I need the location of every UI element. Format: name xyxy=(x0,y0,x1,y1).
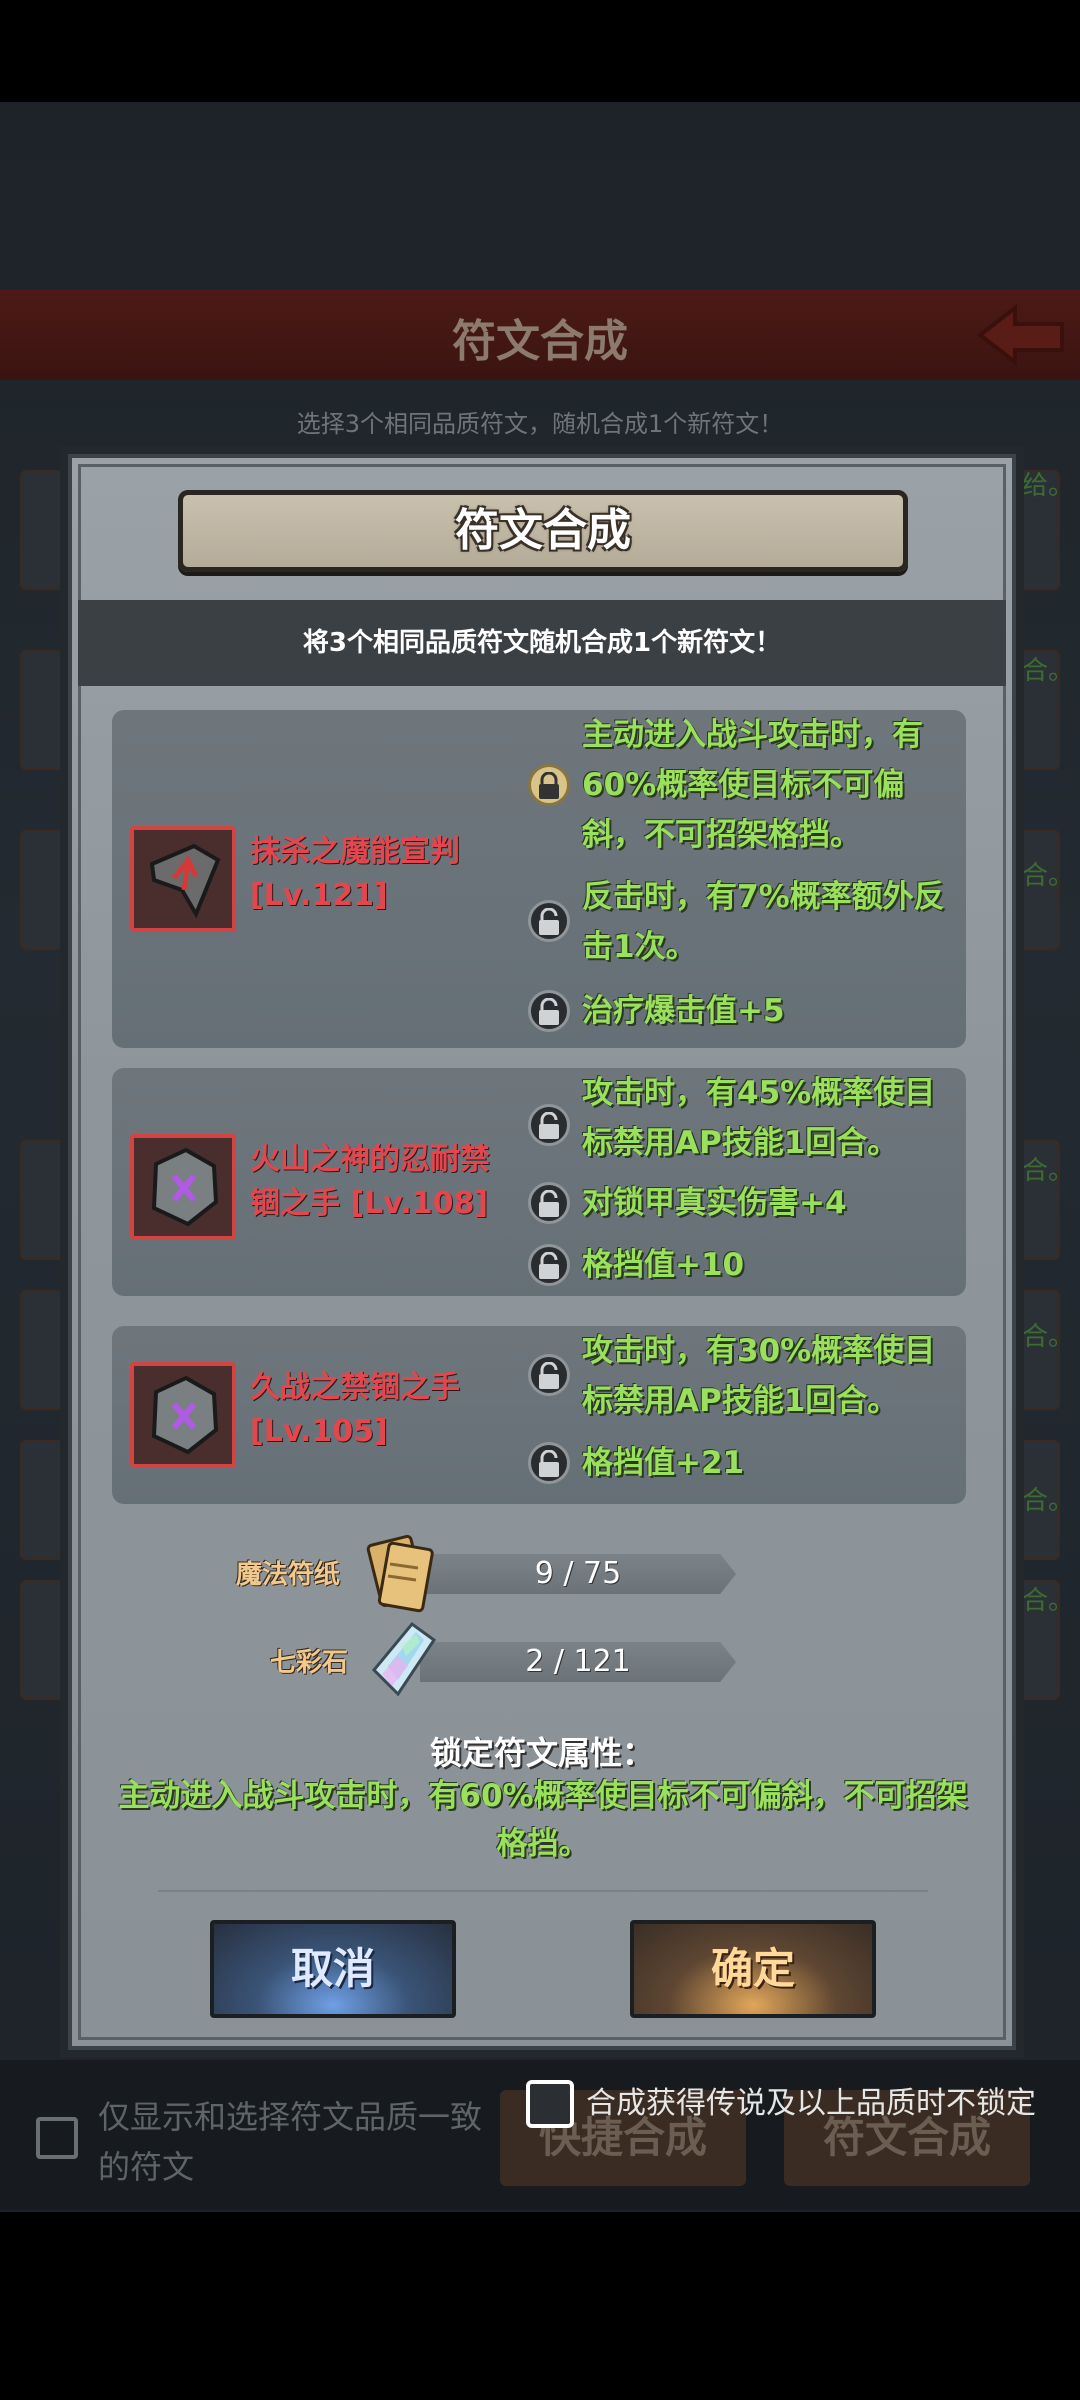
rune-compose-dialog: 符文合成 将3个相同品质符文随机合成1个新符文！ 抹杀之魔能宣判 [Lv.121… xyxy=(60,446,1024,2058)
legend-no-lock-label: 合成获得传说及以上品质时不锁定 xyxy=(586,2086,1036,2121)
material-count: 9 / 75 xyxy=(534,1556,622,1591)
legend-no-lock-checkbox[interactable] xyxy=(526,2080,574,2128)
scroll-paper-icon xyxy=(356,1530,442,1620)
rune-level: [Lv.105] xyxy=(250,1414,388,1449)
rune-attribute: 主动进入战斗攻击时，有60%概率使目标不可偏斜，不可招架格挡。 xyxy=(582,717,923,853)
rune-attribute: 对锁甲真实伤害+4 xyxy=(582,1185,847,1221)
rune-name-text: 抹杀之魔能宣判 xyxy=(250,834,460,869)
rune-stone-icon xyxy=(130,1362,236,1468)
same-quality-checkbox[interactable] xyxy=(36,2117,78,2159)
lock-attribute-description: 主动进入战斗攻击时，有60%概率使目标不可偏斜，不可招架格挡。 xyxy=(118,1778,968,1862)
rune-card-3[interactable]: 久战之禁锢之手 [Lv.105] 攻击时，有30%概率使目标禁用AP技能1回合。… xyxy=(112,1326,966,1504)
lock-toggle-icon[interactable] xyxy=(528,1182,570,1224)
confirm-button[interactable]: 确定 xyxy=(630,1920,876,2018)
rune-card-1[interactable]: 抹杀之魔能宣判 [Lv.121] 主动进入战斗攻击时，有60%概率使目标不可偏斜… xyxy=(112,710,966,1048)
rune-stone-icon xyxy=(130,1134,236,1240)
description-bar: 将3个相同品质符文随机合成1个新符文！ xyxy=(78,600,1006,686)
lock-toggle-icon[interactable] xyxy=(528,1354,570,1396)
lock-toggle-icon[interactable] xyxy=(528,900,570,942)
background-side-text: 合。 xyxy=(1021,1486,1074,1516)
background-side-text: 合。 xyxy=(1021,861,1074,891)
rune-card-2[interactable]: 火山之神的忍耐禁锢之手 [Lv.108] 攻击时，有45%概率使目标禁用AP技能… xyxy=(112,1068,966,1296)
background-side-text: 合。 xyxy=(1021,1322,1074,1352)
rune-shard-icon xyxy=(130,826,236,932)
rune-name: 抹杀之魔能宣判 [Lv.121] xyxy=(250,830,510,918)
background-side-text: 合。 xyxy=(1021,1586,1074,1616)
lock-attribute-title: 锁定符文属性： xyxy=(429,1734,654,1772)
rune-level: [Lv.108] xyxy=(350,1186,489,1221)
lock-toggle-icon[interactable] xyxy=(528,1442,570,1484)
rune-name-text: 火山之神的忍耐禁锢之手 [Lv.108] xyxy=(250,1138,510,1226)
same-quality-label: 仅显示和选择符文品质一致的符文 xyxy=(98,2098,483,2186)
lock-toggle-icon[interactable] xyxy=(528,1244,570,1286)
title-banner: 符文合成 xyxy=(178,490,908,572)
rune-attribute: 治疗爆击值+5 xyxy=(582,993,785,1029)
material-label: 七彩石 xyxy=(270,1648,349,1678)
material-count: 2 / 121 xyxy=(525,1644,631,1679)
background-title: 符文合成 xyxy=(452,316,628,367)
background-subtitle: 选择3个相同品质符文，随机合成1个新符文！ xyxy=(296,410,784,438)
rune-name: 久战之禁锢之手 [Lv.105] xyxy=(250,1366,510,1454)
rune-name-text: 久战之禁锢之手 xyxy=(250,1370,460,1405)
rune-attribute: 格挡值+21 xyxy=(582,1445,745,1481)
background-side-text: 合。 xyxy=(1021,1156,1074,1186)
lock-toggle-icon[interactable] xyxy=(528,764,570,806)
rune-level: [Lv.121] xyxy=(250,878,388,913)
rune-attribute: 攻击时，有30%概率使目标禁用AP技能1回合。 xyxy=(582,1333,936,1419)
material-label: 魔法符纸 xyxy=(236,1560,341,1590)
back-arrow-icon[interactable] xyxy=(970,300,1070,370)
cancel-button[interactable]: 取消 xyxy=(210,1920,456,2018)
rune-name: 火山之神的忍耐禁锢之手 [Lv.108] xyxy=(250,1138,510,1226)
rune-attribute: 格挡值+10 xyxy=(582,1247,745,1283)
dialog-description: 将3个相同品质符文随机合成1个新符文！ xyxy=(302,628,782,658)
background-side-text: 合。 xyxy=(1021,656,1074,686)
lock-toggle-icon[interactable] xyxy=(528,990,570,1032)
lock-toggle-icon[interactable] xyxy=(528,1104,570,1146)
dialog-title: 符文合成 xyxy=(455,505,631,556)
rainbow-crystal-icon xyxy=(358,1616,444,1706)
rune-attribute: 反击时，有7%概率额外反击1次。 xyxy=(582,879,945,965)
background-side-text: 给。 xyxy=(1021,471,1074,501)
divider xyxy=(158,1890,928,1892)
rune-attribute: 攻击时，有45%概率使目标禁用AP技能1回合。 xyxy=(582,1075,936,1161)
